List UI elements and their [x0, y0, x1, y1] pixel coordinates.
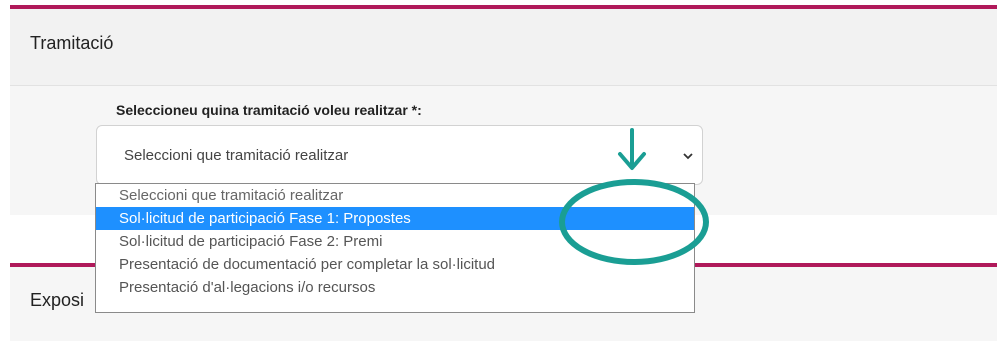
page: Tramitació Seleccioneu quina tramitació …: [0, 0, 997, 341]
chevron-down-icon[interactable]: [682, 150, 694, 162]
select-current-value: Seleccioni que tramitació realitzar: [124, 147, 349, 164]
tramitacio-dropdown-list[interactable]: Seleccioni que tramitació realitzar Sol·…: [95, 183, 695, 313]
section-title: Exposi: [30, 290, 85, 310]
tramitacio-select-label: Seleccioneu quina tramitació voleu reali…: [116, 102, 422, 118]
section-header: Tramitació: [10, 9, 997, 86]
dropdown-option[interactable]: Presentació de documentació per completa…: [96, 253, 694, 276]
section-title: Tramitació: [30, 33, 114, 53]
tramitacio-select[interactable]: Seleccioni que tramitació realitzar: [96, 125, 703, 185]
dropdown-option[interactable]: Seleccioni que tramitació realitzar: [96, 184, 694, 207]
dropdown-option-selected[interactable]: Sol·licitud de participació Fase 1: Prop…: [96, 207, 694, 230]
dropdown-option[interactable]: Sol·licitud de participació Fase 2: Prem…: [96, 230, 694, 253]
dropdown-option[interactable]: Presentació d'al·legacions i/o recursos: [96, 276, 694, 299]
